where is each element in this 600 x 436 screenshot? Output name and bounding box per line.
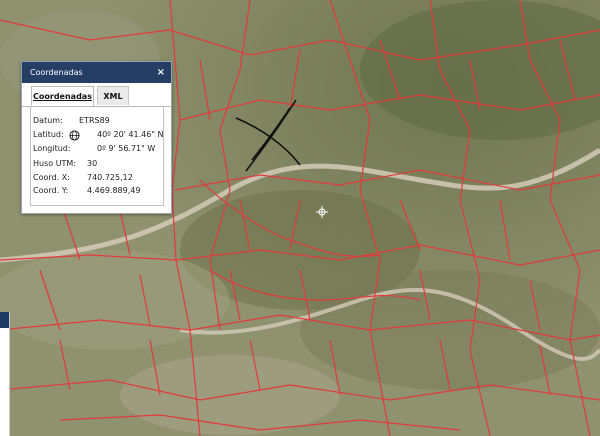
coord-x-value: 740.725,12 xyxy=(87,173,133,182)
datum-value: ETRS89 xyxy=(79,116,110,125)
tab-coordenadas[interactable]: Coordenadas xyxy=(31,86,94,106)
side-panel-strip xyxy=(0,312,10,436)
longitude-value: 0º 9' 56.71" W xyxy=(97,144,156,153)
close-button[interactable]: × xyxy=(157,62,165,83)
coord-x-label: Coord. X: xyxy=(33,173,70,182)
panel-title: Coordenadas xyxy=(30,68,83,77)
tab-xml[interactable]: XML xyxy=(97,86,129,105)
latitude-label: Latitud: xyxy=(33,130,64,139)
side-panel-tab[interactable] xyxy=(0,312,9,328)
coordinates-panel: Coordenadas × Coordenadas XML Datum: ETR… xyxy=(21,61,172,214)
longitude-label: Longitud: xyxy=(33,144,71,153)
coord-y-value: 4.469.889,49 xyxy=(87,186,141,195)
panel-header: Coordenadas × xyxy=(22,62,171,83)
utm-zone-label: Huso UTM: xyxy=(33,159,77,168)
panel-tabs: Coordenadas XML xyxy=(22,86,171,107)
globe-icon xyxy=(69,130,80,141)
coord-y-label: Coord. Y: xyxy=(33,186,69,195)
utm-zone-value: 30 xyxy=(87,159,98,168)
datum-label: Datum: xyxy=(33,116,63,125)
latitude-value: 40º 20' 41.46" N xyxy=(97,130,164,139)
